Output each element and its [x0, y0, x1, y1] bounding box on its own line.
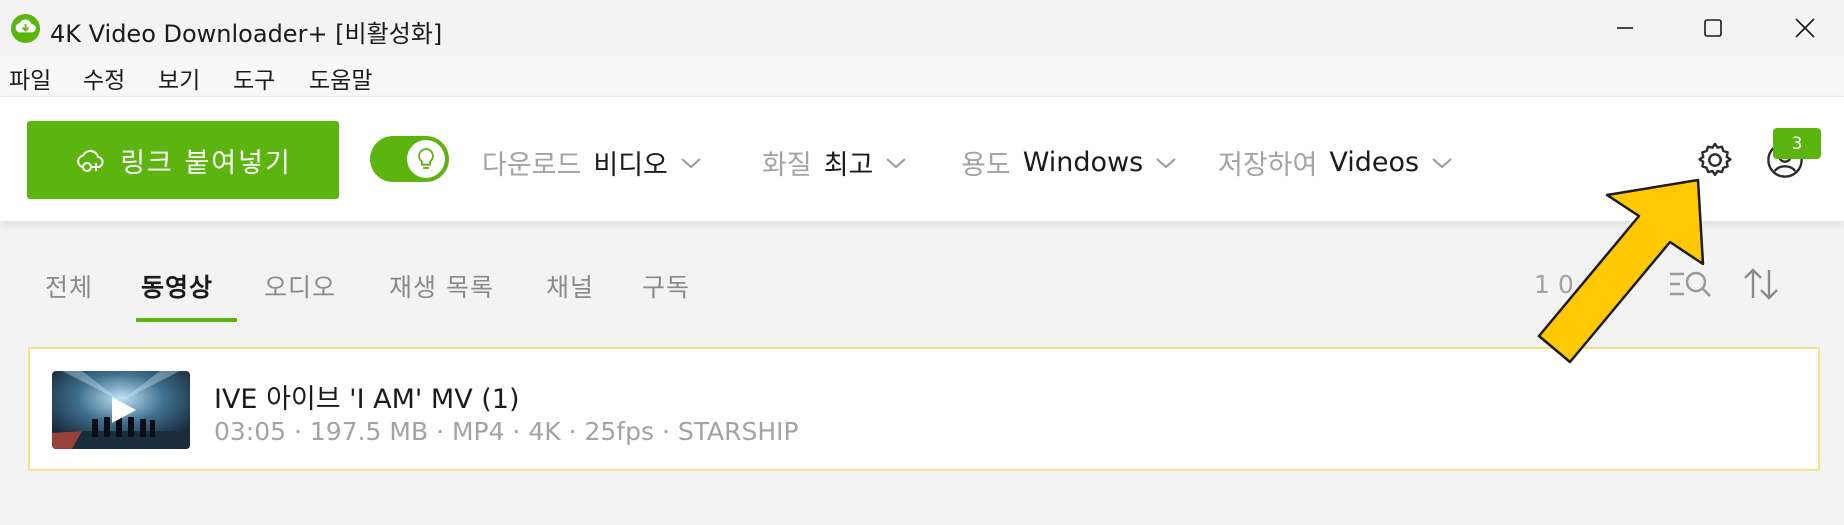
maximize-button[interactable] — [1668, 0, 1758, 56]
menu-tools[interactable]: 도구 — [233, 61, 275, 95]
usage-label: 용도 — [961, 150, 1011, 181]
app-logo-icon — [10, 13, 41, 44]
paste-link-button[interactable]: 링크 붙여넣기 — [27, 121, 339, 199]
chevron-down-icon — [1156, 157, 1176, 168]
link-plus-icon — [77, 149, 104, 172]
tab-video[interactable]: 동영상 — [141, 268, 213, 304]
tab-subscriptions[interactable]: 구독 — [642, 268, 690, 304]
minimize-icon — [1617, 27, 1633, 29]
download-type-label: 다운로드 — [482, 150, 582, 181]
tab-audio[interactable]: 오디오 — [264, 268, 336, 304]
sort-icon[interactable] — [1741, 264, 1781, 304]
download-meta: 03:05 · 197.5 MB · MP4 · 4K · 25fps · ST… — [214, 417, 799, 446]
close-icon — [1795, 18, 1815, 38]
usage-value: Windows — [1022, 147, 1144, 178]
download-title: IVE 아이브 'I AM' MV (1) — [214, 384, 520, 415]
quality-dropdown[interactable]: 화질 최고 — [762, 143, 907, 182]
close-button[interactable] — [1760, 0, 1844, 56]
maximize-icon — [1704, 19, 1722, 37]
quality-value: 최고 — [823, 150, 874, 181]
menu-file[interactable]: 파일 — [9, 61, 51, 95]
usage-dropdown[interactable]: 용도 Windows — [961, 143, 1177, 182]
paste-link-label: 링크 붙여넣기 — [120, 147, 292, 179]
video-thumbnail[interactable] — [52, 371, 190, 449]
menu-view[interactable]: 보기 — [158, 61, 200, 95]
download-type-dropdown[interactable]: 다운로드 비디오 — [482, 143, 702, 182]
minimize-button[interactable] — [1580, 0, 1670, 56]
save-to-value: Videos — [1329, 147, 1420, 178]
title-bar: 4K Video Downloader+ [비활성화] — [0, 0, 1844, 56]
chevron-down-icon — [1432, 157, 1452, 168]
window-title: 4K Video Downloader+ [비활성화] — [50, 20, 443, 48]
quality-label: 화질 — [762, 150, 812, 181]
notification-badge: 3 — [1773, 128, 1821, 159]
save-to-label: 저장하여 — [1218, 150, 1318, 181]
chevron-down-icon — [886, 157, 907, 168]
menu-edit[interactable]: 수정 — [83, 61, 125, 95]
download-type-value: 비디오 — [593, 150, 668, 181]
chevron-down-icon — [681, 157, 701, 168]
tab-playlist[interactable]: 재생 목록 — [389, 268, 494, 304]
active-tab-indicator — [136, 318, 237, 322]
lightbulb-icon — [418, 148, 434, 169]
smart-mode-toggle[interactable] — [370, 136, 449, 182]
annotation-arrow-icon — [1537, 178, 1705, 364]
gear-icon[interactable] — [1696, 141, 1734, 179]
tab-channel[interactable]: 채널 — [546, 268, 594, 304]
menu-help[interactable]: 도움말 — [309, 61, 372, 95]
save-to-dropdown[interactable]: 저장하여 Videos — [1218, 143, 1453, 182]
tab-all[interactable]: 전체 — [45, 268, 93, 304]
toggle-knob — [407, 140, 445, 178]
menu-bar: 파일 수정 보기 도구 도움말 — [0, 56, 1844, 96]
